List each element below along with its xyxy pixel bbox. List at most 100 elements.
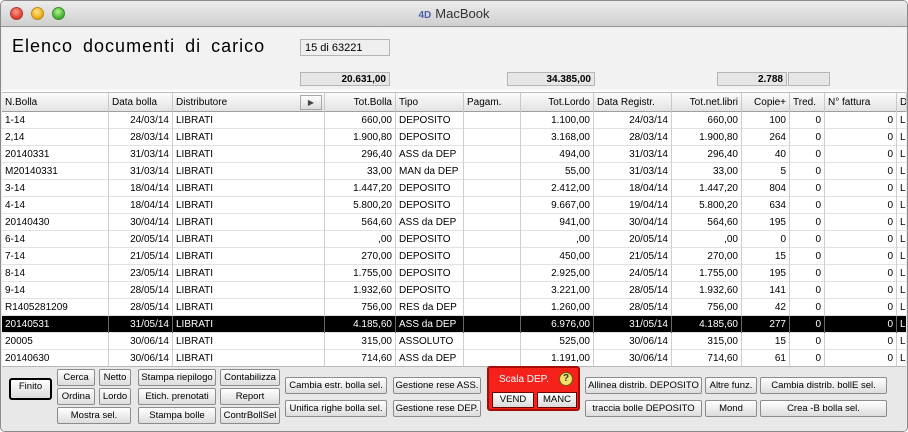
cell-tot-lordo: 525,00 xyxy=(521,333,594,350)
scala-dep-label: Scala DEP. xyxy=(499,374,549,385)
cell-tot-bolla: ,00 xyxy=(325,231,396,248)
table-row[interactable]: 4-14 18/04/14 LIBRATI 5.800,20 DEPOSITO 9.667… xyxy=(2,197,906,214)
cell-tot-lordo: 941,00 xyxy=(521,214,594,231)
cell-pagam xyxy=(464,146,521,163)
cell-tot-bolla: 1.932,60 xyxy=(325,282,396,299)
cell-d: L xyxy=(897,265,906,282)
mond-button[interactable]: Mond xyxy=(705,400,757,417)
cell-tred: 0 xyxy=(790,265,825,282)
ordina-button[interactable]: Ordina xyxy=(57,388,95,405)
cell-distributore: LIBRATI xyxy=(173,197,325,214)
unifica-righe-bolla-button[interactable]: Unifica righe bolla sel. xyxy=(285,400,387,417)
table-row[interactable]: 20005 30/06/14 LIBRATI 315,00 ASSOLUTO 525,00… xyxy=(2,333,906,350)
col-header-tot-net-libri[interactable]: Tot.net.libri xyxy=(672,93,742,112)
table-row-selected[interactable]: 20140531 31/05/14 LIBRATI 4.185,60 ASS da DE… xyxy=(2,316,906,333)
table-row[interactable]: 6-14 20/05/14 LIBRATI ,00 DEPOSITO ,00 20/05/1… xyxy=(2,231,906,248)
record-counter: 15 di 63221 xyxy=(300,39,390,56)
cell-pagam xyxy=(464,163,521,180)
cell-tot-bolla: 315,00 xyxy=(325,333,396,350)
cell-nbolla: 20005 xyxy=(2,333,109,350)
cell-nbolla: 3-14 xyxy=(2,180,109,197)
cambia-distrib-bolle-button[interactable]: Cambia distrib. bollE sel. xyxy=(760,377,887,394)
cell-data-bolla: 30/06/14 xyxy=(109,333,173,350)
expand-columns-arrow-icon[interactable]: ▶ xyxy=(300,95,322,110)
cell-data-registr: 28/05/14 xyxy=(594,282,672,299)
col-header-nbolla[interactable]: N.Bolla xyxy=(2,93,109,112)
contrbollsel-button[interactable]: ContrBollSel xyxy=(220,407,280,424)
cell-nbolla: 4-14 xyxy=(2,197,109,214)
table-row[interactable]: 9-14 28/05/14 LIBRATI 1.932,60 DEPOSITO 3.221… xyxy=(2,282,906,299)
main-content: Elenco documenti di carico 15 di 63221 2… xyxy=(2,28,907,431)
cell-tred: 0 xyxy=(790,231,825,248)
vend-button[interactable]: VEND xyxy=(492,392,534,408)
col-header-n-fattura[interactable]: N° fattura xyxy=(825,93,897,112)
stampa-bolle-button[interactable]: Stampa bolle xyxy=(138,407,216,424)
col-header-tipo[interactable]: Tipo xyxy=(396,93,464,112)
table-row[interactable]: 20140331 31/03/14 LIBRATI 296,40 ASS da DEP 4… xyxy=(2,146,906,163)
etich-prenotati-button[interactable]: Etich. prenotati xyxy=(138,388,216,405)
crea-b-bolla-button[interactable]: Crea -B bolla sel. xyxy=(760,400,887,417)
cerca-button[interactable]: Cerca xyxy=(57,369,95,386)
cell-tred: 0 xyxy=(790,180,825,197)
col-header-pagam[interactable]: Pagam. xyxy=(464,93,521,112)
finito-button[interactable]: Finito xyxy=(9,378,52,400)
cell-tot-net-libri: 1.932,60 xyxy=(672,282,742,299)
cell-tipo: ASS da DEP xyxy=(396,316,464,333)
cell-distributore: LIBRATI xyxy=(173,112,325,129)
cell-tot-bolla: 660,00 xyxy=(325,112,396,129)
col-header-tred[interactable]: Tred. xyxy=(790,93,825,112)
cell-d: L xyxy=(897,282,906,299)
report-button[interactable]: Report xyxy=(220,388,280,405)
cambia-estr-bolla-button[interactable]: Cambia estr. bolla sel. xyxy=(285,377,387,394)
stampa-riepilogo-button[interactable]: Stampa riepilogo xyxy=(138,369,216,386)
cell-pagam xyxy=(464,231,521,248)
altre-funz-button[interactable]: Altre funz. xyxy=(705,377,757,394)
gestione-rese-dep-button[interactable]: Gestione rese DEP. xyxy=(393,400,481,417)
table-row[interactable]: 8-14 23/05/14 LIBRATI 1.755,00 DEPOSITO 2.925… xyxy=(2,265,906,282)
col-header-d[interactable]: D xyxy=(897,93,907,112)
allinea-distrib-deposito-button[interactable]: Allinea distrib. DEPOSITO xyxy=(585,377,702,394)
cell-data-bolla: 30/06/14 xyxy=(109,350,173,366)
cell-n-fattura: 0 xyxy=(825,350,897,366)
table-row[interactable]: 3-14 18/04/14 LIBRATI 1.447,20 DEPOSITO 2.412… xyxy=(2,180,906,197)
cell-tot-lordo: 3.168,00 xyxy=(521,129,594,146)
help-icon[interactable]: ? xyxy=(559,372,573,386)
cell-tipo: ASS da DEP xyxy=(396,350,464,366)
table-row[interactable]: M20140331 31/03/14 LIBRATI 33,00 MAN da DEP 5… xyxy=(2,163,906,180)
mostra-sel-button[interactable]: Mostra sel. xyxy=(57,407,131,424)
cell-data-bolla: 31/03/14 xyxy=(109,163,173,180)
manc-button[interactable]: MANC xyxy=(537,392,577,408)
cell-tred: 0 xyxy=(790,333,825,350)
cell-copie: 15 xyxy=(742,333,790,350)
cell-data-bolla: 20/05/14 xyxy=(109,231,173,248)
cell-pagam xyxy=(464,214,521,231)
contabilizza-button[interactable]: Contabilizza xyxy=(220,369,280,386)
traccia-bolle-deposito-button[interactable]: traccia bolle DEPOSITO xyxy=(585,400,702,417)
cell-data-registr: 31/03/14 xyxy=(594,146,672,163)
cell-copie: 634 xyxy=(742,197,790,214)
cell-tred: 0 xyxy=(790,350,825,366)
netto-button[interactable]: Netto xyxy=(99,369,131,386)
col-header-copie[interactable]: Copie+ xyxy=(742,93,790,112)
table-row[interactable]: 20140630 30/06/14 LIBRATI 714,60 ASS da DEP 1… xyxy=(2,350,906,366)
cell-tipo: ASS da DEP xyxy=(396,146,464,163)
cell-nbolla: 9-14 xyxy=(2,282,109,299)
cell-nbolla: M20140331 xyxy=(2,163,109,180)
table-row[interactable]: 7-14 21/05/14 LIBRATI 270,00 DEPOSITO 450,00 2… xyxy=(2,248,906,265)
col-header-tot-bolla[interactable]: Tot.Bolla xyxy=(325,93,396,112)
table-row[interactable]: R1405281209 28/05/14 LIBRATI 756,00 RES da D… xyxy=(2,299,906,316)
cell-n-fattura: 0 xyxy=(825,231,897,248)
cell-distributore: LIBRATI xyxy=(173,163,325,180)
col-header-data-bolla[interactable]: Data bolla xyxy=(109,93,173,112)
gestione-rese-ass-button[interactable]: Gestione rese ASS. xyxy=(393,377,481,394)
cell-d: L xyxy=(897,197,906,214)
table-row[interactable]: 20140430 30/04/14 LIBRATI 564,60 ASS da DEP 9… xyxy=(2,214,906,231)
col-header-data-registr[interactable]: Data Registr. xyxy=(594,93,672,112)
table-row[interactable]: 1-14 24/03/14 LIBRATI 660,00 DEPOSITO 1.100,0… xyxy=(2,112,906,129)
cell-data-bolla: 30/04/14 xyxy=(109,214,173,231)
table-row[interactable]: 2,14 28/03/14 LIBRATI 1.900,80 DEPOSITO 3.168… xyxy=(2,129,906,146)
cell-tot-net-libri: 1.900,80 xyxy=(672,129,742,146)
cell-n-fattura: 0 xyxy=(825,214,897,231)
col-header-tot-lordo[interactable]: Tot.Lordo xyxy=(521,93,594,112)
lordo-button[interactable]: Lordo xyxy=(99,388,131,405)
